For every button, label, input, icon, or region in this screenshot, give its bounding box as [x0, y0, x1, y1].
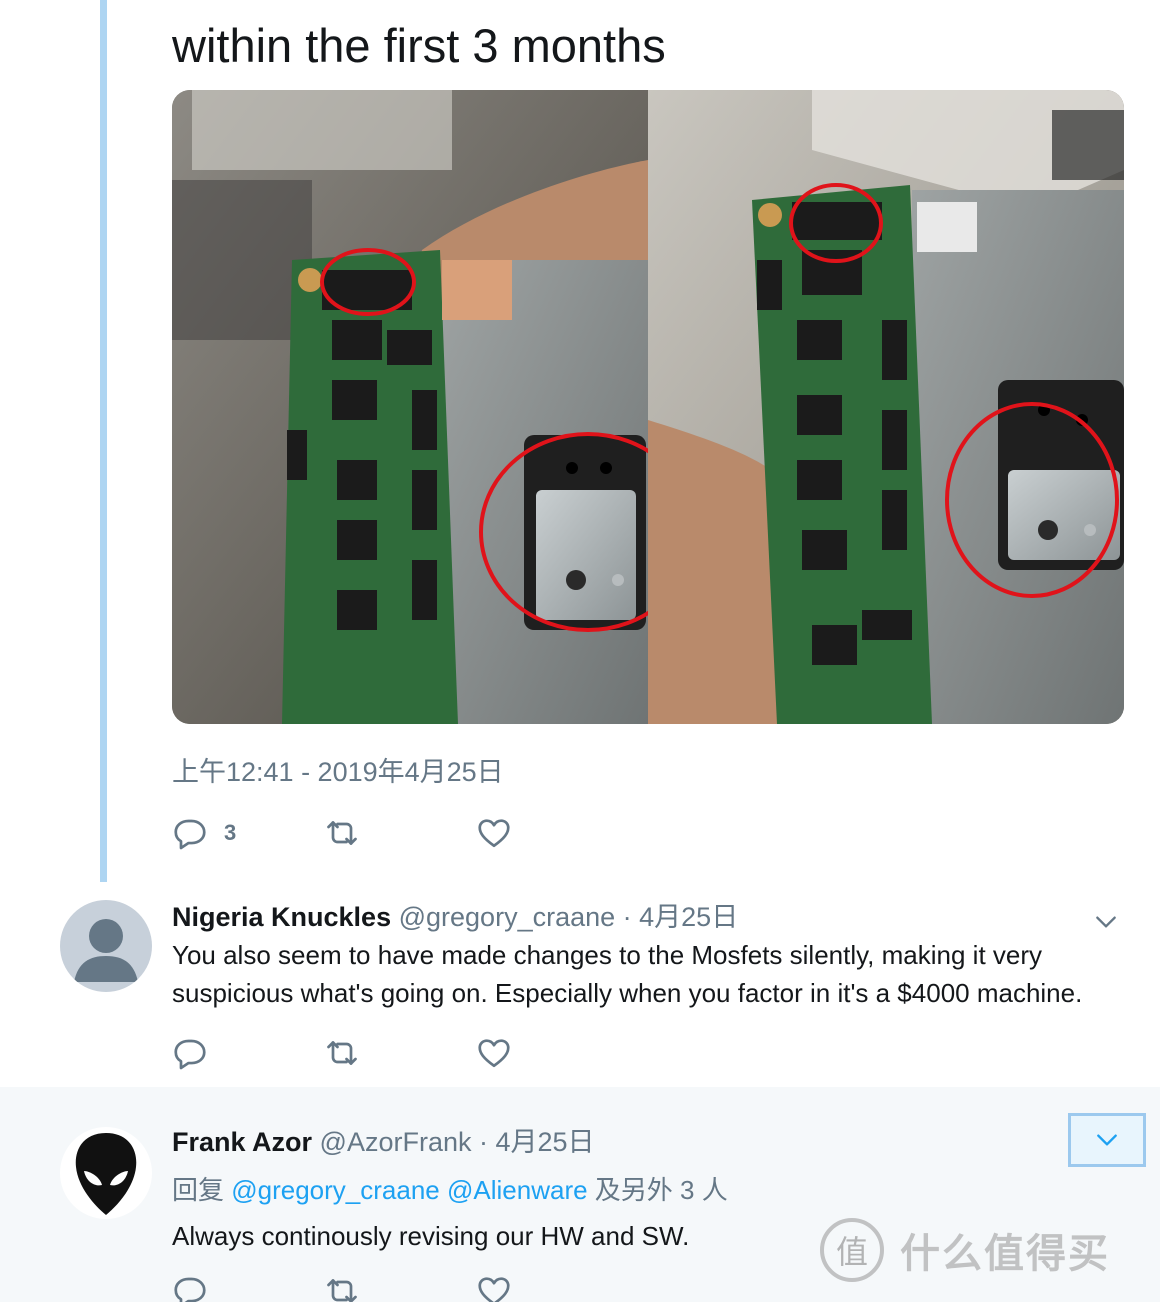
tweet-timestamp[interactable]: 上午12:41 - 2019年4月25日 [172, 750, 504, 789]
heart-icon [478, 1277, 510, 1302]
user-handle[interactable]: @gregory_craane [399, 902, 616, 932]
chevron-down-icon [1097, 1134, 1117, 1146]
heart-icon [478, 1039, 510, 1068]
reply-button[interactable]: 3 [172, 815, 236, 851]
mention-link[interactable]: @gregory_craane [231, 1175, 440, 1205]
tweet-action-bar: 3 [172, 815, 572, 855]
watermark-text: 什么值得买 [900, 1231, 1110, 1277]
watermark: 值 什么值得买 [820, 1215, 1110, 1285]
reply-icon [174, 1277, 206, 1302]
retweet-icon [327, 1279, 357, 1302]
user-handle[interactable]: @AzorFrank [320, 1127, 472, 1157]
retweet-button[interactable] [324, 815, 360, 851]
user-name[interactable]: Frank Azor [172, 1127, 312, 1157]
reply-icon [174, 819, 206, 850]
reply-tweet[interactable]: Nigeria Knuckles @gregory_craane · 4月25日… [0, 882, 1160, 1087]
tweet-photo[interactable] [172, 90, 1124, 724]
thread-connector-line [100, 0, 107, 895]
like-button[interactable] [476, 1273, 512, 1302]
watermark-badge: 值 [820, 1218, 884, 1282]
retweet-icon [327, 1041, 357, 1065]
avatar-default[interactable] [60, 900, 152, 992]
reply-button[interactable] [172, 1273, 208, 1302]
twitter-thread-page: within the first 3 months 上午12:41 - 2019… [0, 0, 1160, 1302]
heart-icon [478, 819, 510, 848]
others-link[interactable]: 及另外 3 人 [595, 1175, 728, 1205]
reply-icon [174, 1039, 206, 1070]
chevron-down-icon [1096, 916, 1116, 928]
like-button[interactable] [476, 815, 512, 851]
reply-action-bar [172, 1035, 572, 1075]
cropped-previous-line [172, 0, 1002, 4]
more-options-button-focused[interactable] [1068, 1113, 1146, 1167]
like-button[interactable] [476, 1035, 512, 1071]
tweet-text: within the first 3 months [172, 19, 666, 72]
retweet-button[interactable] [324, 1035, 360, 1071]
reply-prefix: 回复 [172, 1175, 225, 1205]
mention-link[interactable]: @Alienware [447, 1175, 588, 1205]
alien-head-icon [60, 1127, 152, 1219]
replying-to-line: 回复 @gregory_craane @Alienware 及另外 3 人 [172, 1173, 728, 1207]
reply-action-bar [172, 1273, 572, 1302]
user-name[interactable]: Nigeria Knuckles [172, 902, 391, 932]
reply-date[interactable]: · 4月25日 [623, 902, 739, 932]
retweet-icon [327, 821, 357, 845]
reply-text: You also seem to have made changes to th… [172, 940, 1083, 1008]
reply-button[interactable] [172, 1035, 208, 1071]
retweet-button[interactable] [324, 1273, 360, 1302]
reply-count: 3 [224, 820, 237, 845]
reply-header: Frank Azor @AzorFrank · 4月25日 [172, 1125, 595, 1159]
avatar-alienware[interactable] [60, 1127, 152, 1219]
reply-date[interactable]: · 4月25日 [479, 1127, 595, 1157]
reply-header: Nigeria Knuckles @gregory_craane · 4月25日 [172, 900, 738, 934]
